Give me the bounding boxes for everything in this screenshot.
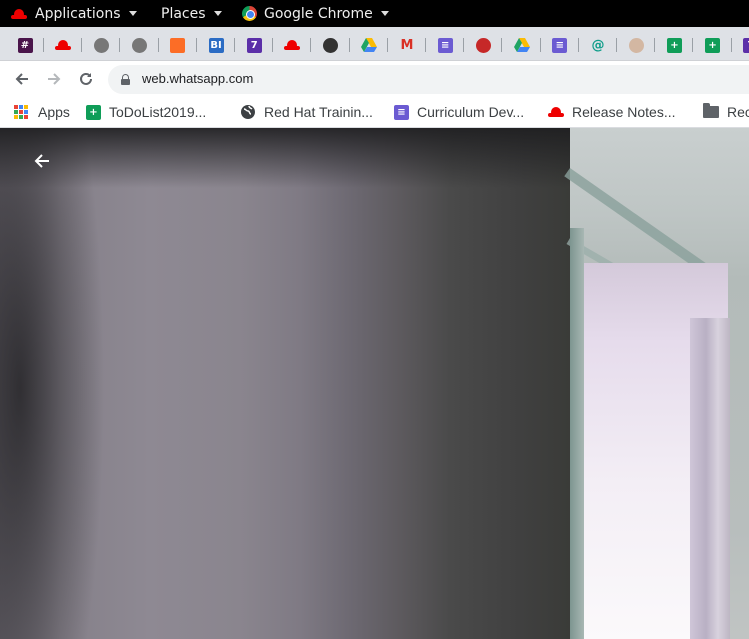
globe-icon bbox=[241, 105, 255, 119]
tab-strip: # BI 7 M ≡ ≡ @ + +7 bbox=[0, 27, 749, 61]
browser-tab[interactable] bbox=[464, 33, 503, 57]
caret-down-icon bbox=[128, 11, 137, 16]
bookmark-todolist[interactable]: + ToDoList2019... bbox=[86, 97, 206, 127]
back-arrow-button[interactable] bbox=[30, 149, 54, 173]
google-docs-icon: ≡ bbox=[552, 37, 568, 53]
caret-down-icon bbox=[380, 11, 389, 16]
gmail-icon: M bbox=[400, 37, 414, 53]
jenkins-icon bbox=[628, 37, 644, 53]
folder-icon bbox=[703, 103, 719, 118]
chrome-icon bbox=[242, 6, 257, 21]
places-label: Places bbox=[161, 5, 206, 22]
google-sheets-icon: + bbox=[86, 104, 101, 120]
globe-icon bbox=[93, 37, 109, 53]
bookmark-folder[interactable]: Rec bbox=[703, 97, 749, 127]
redhat-icon bbox=[55, 40, 72, 50]
google-chrome-menu[interactable]: Google Chrome bbox=[242, 0, 389, 27]
bug-icon bbox=[475, 37, 491, 53]
bookmark-label: Curriculum Dev... bbox=[417, 104, 525, 120]
arrow-right-icon bbox=[48, 73, 61, 85]
at-icon: @ bbox=[591, 37, 605, 53]
applications-menu[interactable]: Applications bbox=[11, 0, 137, 27]
arrow-left-icon bbox=[15, 73, 28, 85]
globe-icon bbox=[323, 37, 339, 53]
forward-button[interactable] bbox=[42, 67, 66, 91]
camera-preview bbox=[0, 128, 749, 639]
browser-tab[interactable]: BI bbox=[197, 33, 235, 57]
applications-label: Applications bbox=[35, 5, 121, 22]
browser-tab[interactable] bbox=[121, 33, 159, 57]
browser-tab[interactable] bbox=[82, 33, 121, 57]
browser-tab[interactable] bbox=[44, 33, 83, 57]
redhat-icon bbox=[548, 107, 564, 117]
browser-tab[interactable]: ≡ bbox=[426, 33, 465, 57]
google-drive-icon bbox=[360, 38, 377, 52]
bookmark-label: Rec bbox=[727, 104, 749, 120]
bookmark-red-hat-training[interactable]: Red Hat Trainin... bbox=[240, 97, 373, 127]
gitlab-icon bbox=[170, 37, 186, 53]
browser-toolbar: web.whatsapp.com bbox=[0, 61, 749, 97]
seven-icon: 7 bbox=[246, 37, 262, 53]
bookmark-curriculum-dev[interactable]: ≡ Curriculum Dev... bbox=[394, 97, 524, 127]
arrow-left-icon bbox=[34, 154, 49, 168]
camera-image-left bbox=[0, 128, 570, 639]
url-text: web.whatsapp.com bbox=[142, 71, 254, 86]
browser-tab[interactable] bbox=[350, 33, 388, 57]
gnome-top-bar: Applications Places Google Chrome bbox=[0, 0, 749, 27]
google-docs-icon: ≡ bbox=[394, 104, 409, 120]
google-sheets-icon: + bbox=[666, 37, 682, 53]
bi-icon: BI bbox=[208, 37, 224, 53]
globe-icon bbox=[132, 37, 148, 53]
browser-tab[interactable]: M bbox=[388, 33, 426, 57]
apps-grid-icon bbox=[14, 105, 28, 119]
bookmark-label: ToDoList2019... bbox=[109, 104, 207, 120]
redhat-icon bbox=[11, 8, 27, 19]
slack-icon: # bbox=[17, 37, 33, 53]
caret-down-icon bbox=[213, 11, 222, 16]
browser-tab[interactable]: @ bbox=[579, 33, 617, 57]
browser-tab[interactable]: ≡ bbox=[541, 33, 579, 57]
browser-tab[interactable]: + bbox=[655, 33, 694, 57]
seven-icon: 7 bbox=[743, 37, 749, 53]
bookmarks-bar: Apps + ToDoList2019... Red Hat Trainin..… bbox=[0, 97, 749, 128]
browser-tab[interactable] bbox=[503, 33, 541, 57]
bookmark-label: Release Notes... bbox=[572, 104, 676, 120]
browser-tab[interactable]: 7 bbox=[732, 33, 749, 57]
bookmark-release-notes[interactable]: Release Notes... bbox=[548, 97, 676, 127]
back-button[interactable] bbox=[10, 67, 34, 91]
google-chrome-label: Google Chrome bbox=[264, 5, 373, 22]
browser-tab[interactable] bbox=[617, 33, 656, 57]
bookmark-label: Red Hat Trainin... bbox=[264, 104, 373, 120]
address-bar[interactable]: web.whatsapp.com bbox=[108, 65, 749, 94]
google-docs-icon: ≡ bbox=[437, 37, 453, 53]
reload-icon bbox=[80, 72, 92, 85]
redhat-icon bbox=[284, 40, 301, 50]
browser-tab[interactable]: # bbox=[6, 33, 44, 57]
browser-tab[interactable]: 7 bbox=[235, 33, 274, 57]
browser-tab[interactable] bbox=[312, 33, 350, 57]
bookmark-apps[interactable]: Apps bbox=[14, 97, 70, 127]
bookmark-label: Apps bbox=[38, 104, 70, 120]
reload-button[interactable] bbox=[74, 67, 98, 91]
browser-tab[interactable]: + bbox=[694, 33, 732, 57]
browser-tab[interactable] bbox=[159, 33, 197, 57]
google-drive-icon bbox=[513, 38, 530, 52]
places-menu[interactable]: Places bbox=[161, 0, 222, 27]
lock-icon bbox=[121, 74, 130, 85]
browser-tab[interactable] bbox=[273, 33, 312, 57]
google-sheets-icon: + bbox=[705, 37, 721, 53]
